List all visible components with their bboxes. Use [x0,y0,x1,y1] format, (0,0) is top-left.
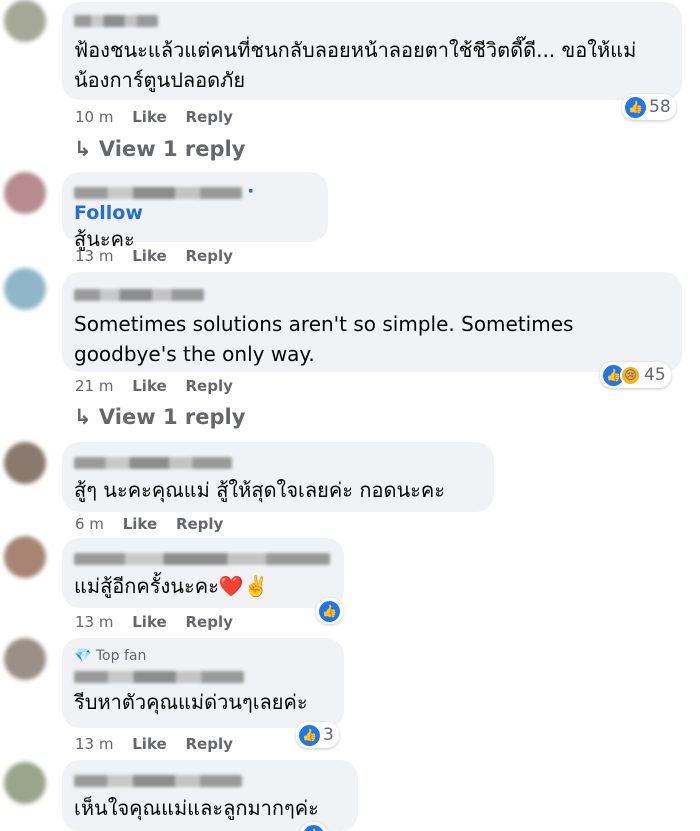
comment-meta: 6 m Like Reply [75,515,237,533]
view-replies-link[interactable]: ↳ View 1 reply [74,137,245,161]
avatar[interactable] [4,638,46,680]
comment-bubble: · Follow สู้นะคะ [62,172,328,251]
reply-button[interactable]: Reply [185,247,232,265]
comment-bubble: สู้ๆ นะคะคุณแม่ สู้ให้สุดใจเลยค่ะ กอดนะค… [62,442,494,512]
like-icon: 👍 [303,824,324,831]
comment-bubble: แม่สู้อีกครั้งนะคะ❤️✌️ [62,538,344,608]
commenter-name[interactable] [74,186,242,199]
avatar[interactable] [4,762,46,804]
commenter-name[interactable] [74,552,330,565]
reaction-summary[interactable]: 👍 😢 45 [600,362,671,388]
reply-button[interactable]: Reply [185,377,232,395]
like-button[interactable]: Like [123,515,157,533]
comment-time[interactable]: 13 m [75,735,113,753]
reaction-count: 58 [649,97,671,117]
like-button[interactable]: Like [132,377,166,395]
like-button[interactable]: Like [132,613,166,631]
comment-time[interactable]: 21 m [75,377,113,395]
reply-button[interactable]: Reply [185,108,232,126]
reaction-count: 3 [323,725,334,745]
reply-button[interactable]: Reply [185,613,232,631]
comment-time[interactable]: 10 m [75,108,113,126]
reply-button[interactable]: Reply [185,735,232,753]
avatar[interactable] [4,442,46,484]
commenter-name[interactable] [74,774,242,787]
comment-time[interactable]: 13 m [75,247,113,265]
comment-text: เห็นใจคุณแม่และลูกมากๆค่ะ [74,796,319,820]
avatar[interactable] [4,268,46,310]
like-button[interactable]: Like [132,735,166,753]
comment-meta: 13 m Like Reply [75,735,247,753]
comment-meta: 13 m Like Reply [75,613,247,631]
reaction-summary[interactable]: 👍 3 [296,722,339,748]
comment-meta: 10 m Like Reply [75,108,247,126]
top-fan-badge: 💎 Top fan [74,648,147,664]
comment-text: ฟ้องชนะแล้วแต่คนที่ชนกลับลอยหน้าลอยตาใช้… [74,38,637,92]
reaction-summary[interactable]: 👍 58 [622,94,676,120]
reaction-summary[interactable]: 👍 [316,598,343,624]
like-icon: 👍 [299,724,320,746]
comment-time[interactable]: 13 m [75,613,113,631]
comment-text: สู้ๆ นะคะคุณแม่ สู้ให้สุดใจเลยค่ะ กอดนะค… [74,478,445,502]
like-icon: 👍 [319,600,340,622]
avatar[interactable] [4,536,46,578]
avatar[interactable] [4,172,46,214]
comment-meta: 21 m Like Reply [75,377,247,395]
comment-time[interactable]: 6 m [75,515,104,533]
comment-text: Sometimes solutions aren't so simple. So… [74,312,574,366]
comment-text: รีบหาตัวคุณแม่ด่วนๆเลยค่ะ [74,690,308,714]
commenter-name[interactable] [74,288,204,301]
commenter-name[interactable] [74,670,244,683]
like-button[interactable]: Like [132,108,166,126]
commenter-name[interactable] [74,456,232,469]
comment-bubble: เห็นใจคุณแม่และลูกมากๆค่ะ [62,760,358,831]
reaction-count: 45 [644,365,666,385]
like-icon: 👍 [625,96,646,118]
commenter-name[interactable] [74,14,158,27]
avatar[interactable] [4,0,46,42]
reply-button[interactable]: Reply [176,515,223,533]
comment-bubble: ฟ้องชนะแล้วแต่คนที่ชนกลับลอยหน้าลอยตาใช้… [62,2,682,100]
comment-bubble: Sometimes solutions aren't so simple. So… [62,272,682,372]
like-button[interactable]: Like [132,247,166,265]
comment-text: แม่สู้อีกครั้งนะคะ❤️✌️ [74,574,269,598]
comment-bubble: 💎 Top fan รีบหาตัวคุณแม่ด่วนๆเลยค่ะ [62,638,344,728]
sad-icon: 😢 [620,364,641,386]
comment-meta: 13 m Like Reply [75,247,247,265]
view-replies-link[interactable]: ↳ View 1 reply [74,405,245,429]
